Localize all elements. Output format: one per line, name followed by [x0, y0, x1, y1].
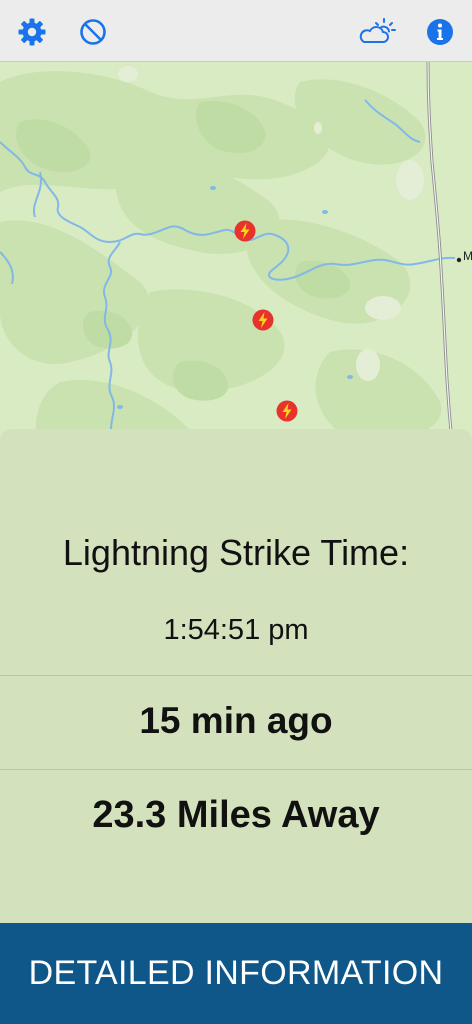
detailed-information-button[interactable]: DETAILED INFORMATION: [0, 923, 472, 1024]
divider: [0, 675, 472, 676]
map-terrain: [0, 62, 472, 442]
block-icon: [80, 19, 106, 45]
info-button[interactable]: [422, 14, 458, 50]
strike-time-heading: Lightning Strike Time:: [62, 532, 410, 573]
strike-elapsed: 15 min ago: [139, 700, 333, 741]
divider: [0, 769, 472, 770]
partly-cloudy-icon: [359, 18, 396, 43]
lightning-app-screen: M Lightning Strike Time: 1:54:51 pm 15 m…: [0, 0, 472, 1024]
lightning-strike-marker[interactable]: [252, 309, 274, 331]
weather-button[interactable]: [356, 14, 400, 50]
info-icon: [427, 19, 453, 45]
lightning-strike-marker[interactable]: [234, 220, 256, 242]
strike-distance: 23.3 Miles Away: [92, 794, 380, 836]
strike-time-value: 1:54:51 pm: [163, 614, 309, 646]
map-place-label: M: [463, 249, 472, 263]
settings-button[interactable]: [14, 14, 50, 50]
lightning-strike-marker[interactable]: [276, 400, 298, 422]
block-button[interactable]: [75, 14, 111, 50]
gear-icon: [18, 18, 46, 46]
top-toolbar: [0, 0, 472, 62]
strike-info-panel: [0, 429, 472, 923]
map-view[interactable]: M: [0, 62, 472, 442]
